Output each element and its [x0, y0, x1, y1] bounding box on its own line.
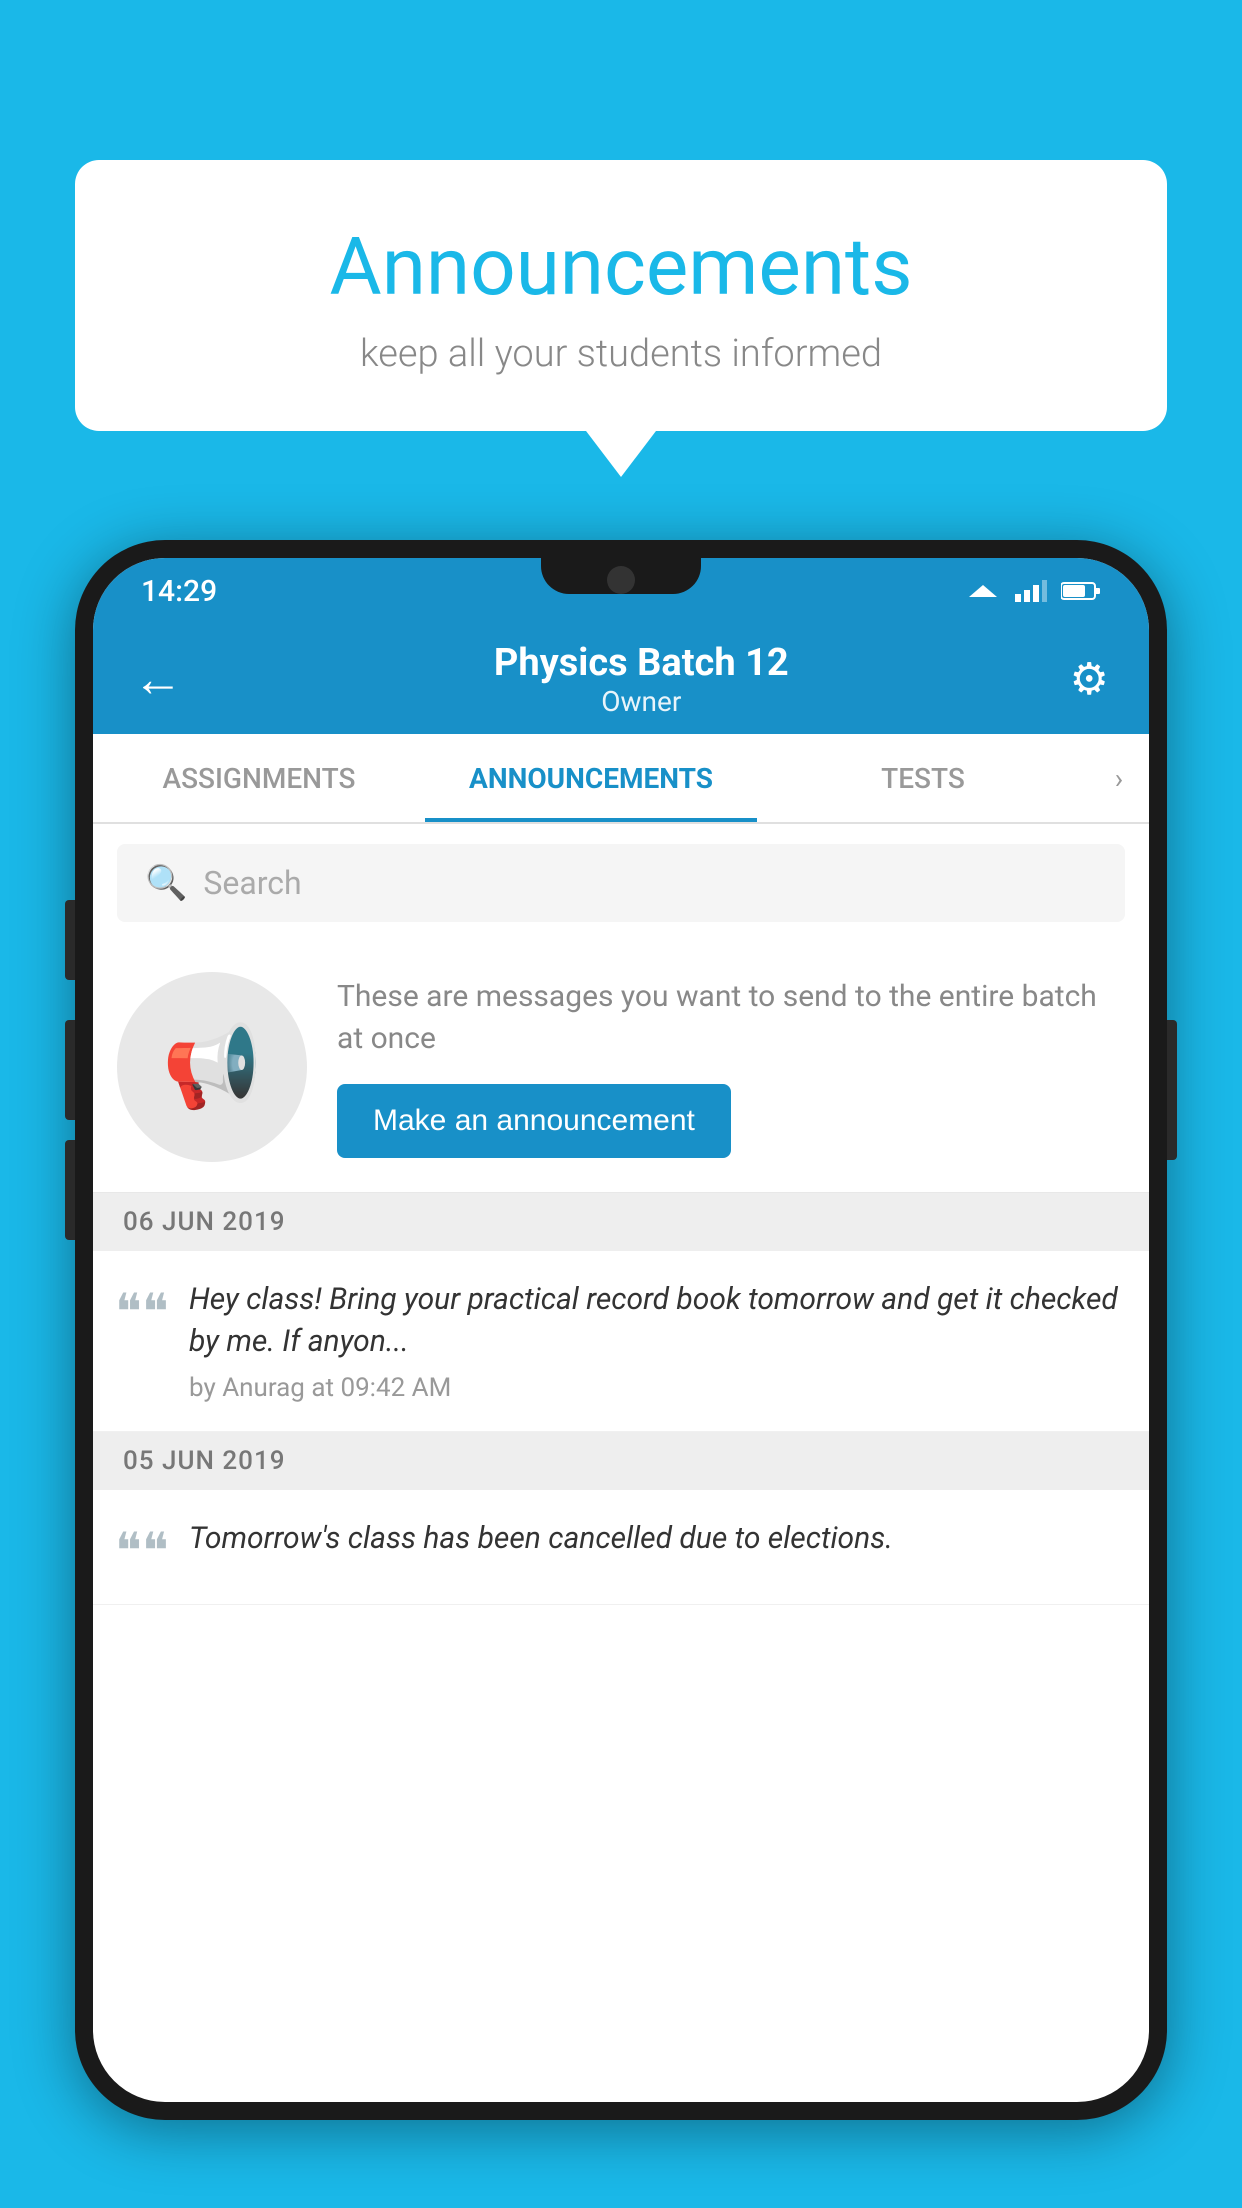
speech-bubble: Announcements keep all your students inf… — [75, 160, 1167, 431]
quote-icon-2: ❝❝ — [115, 1526, 165, 1576]
search-bar-wrapper: 🔍 Search — [93, 824, 1149, 942]
announcement-text-1: Hey class! Bring your practical record b… — [189, 1279, 1121, 1363]
bubble-subtitle: keep all your students informed — [125, 332, 1117, 376]
phone-camera — [607, 566, 635, 594]
promo-description: These are messages you want to send to t… — [337, 976, 1119, 1060]
promo-section: 📢 These are messages you want to send to… — [93, 942, 1149, 1193]
phone-container: 14:29 — [75, 540, 1167, 2208]
status-icons — [965, 579, 1101, 603]
phone-button-right — [1167, 1020, 1177, 1160]
app-bar-subtitle: Owner — [213, 685, 1070, 718]
tab-tests[interactable]: TESTS — [757, 734, 1089, 822]
search-placeholder: Search — [203, 864, 301, 902]
date-divider-1: 06 JUN 2019 — [93, 1193, 1149, 1251]
announcement-content-2: Tomorrow's class has been cancelled due … — [189, 1518, 893, 1570]
make-announcement-button[interactable]: Make an announcement — [337, 1084, 731, 1158]
battery-icon — [1061, 580, 1101, 602]
tab-assignments[interactable]: ASSIGNMENTS — [93, 734, 425, 822]
app-bar: ← Physics Batch 12 Owner ⚙ — [93, 624, 1149, 734]
promo-right: These are messages you want to send to t… — [337, 976, 1119, 1158]
app-bar-title-area: Physics Batch 12 Owner — [213, 641, 1070, 718]
settings-icon[interactable]: ⚙ — [1070, 653, 1109, 705]
announcement-meta-1: by Anurag at 09:42 AM — [189, 1373, 1121, 1403]
phone-screen: 14:29 — [93, 558, 1149, 2102]
status-time: 14:29 — [141, 574, 217, 609]
tabs-more[interactable]: › — [1089, 734, 1149, 822]
app-bar-title: Physics Batch 12 — [213, 641, 1070, 685]
search-icon: 🔍 — [145, 863, 187, 903]
megaphone-icon: 📢 — [162, 1020, 262, 1114]
announcement-content-1: Hey class! Bring your practical record b… — [189, 1279, 1121, 1403]
phone-button-left1 — [65, 900, 75, 980]
bubble-title: Announcements — [125, 220, 1117, 314]
phone-button-left3 — [65, 1140, 75, 1240]
announcement-item-1[interactable]: ❝❝ Hey class! Bring your practical recor… — [93, 1251, 1149, 1432]
wifi-icon — [965, 579, 1001, 603]
announcement-item-2[interactable]: ❝❝ Tomorrow's class has been cancelled d… — [93, 1490, 1149, 1605]
signal-icon — [1015, 580, 1047, 602]
phone-outer: 14:29 — [75, 540, 1167, 2120]
date-divider-2: 05 JUN 2019 — [93, 1432, 1149, 1490]
phone-button-left2 — [65, 1020, 75, 1120]
quote-icon-1: ❝❝ — [115, 1287, 165, 1337]
tab-announcements[interactable]: ANNOUNCEMENTS — [425, 734, 757, 822]
tabs-bar: ASSIGNMENTS ANNOUNCEMENTS TESTS › — [93, 734, 1149, 824]
announcement-text-2: Tomorrow's class has been cancelled due … — [189, 1518, 893, 1560]
search-bar[interactable]: 🔍 Search — [117, 844, 1125, 922]
promo-icon-circle: 📢 — [117, 972, 307, 1162]
back-button[interactable]: ← — [133, 650, 183, 709]
